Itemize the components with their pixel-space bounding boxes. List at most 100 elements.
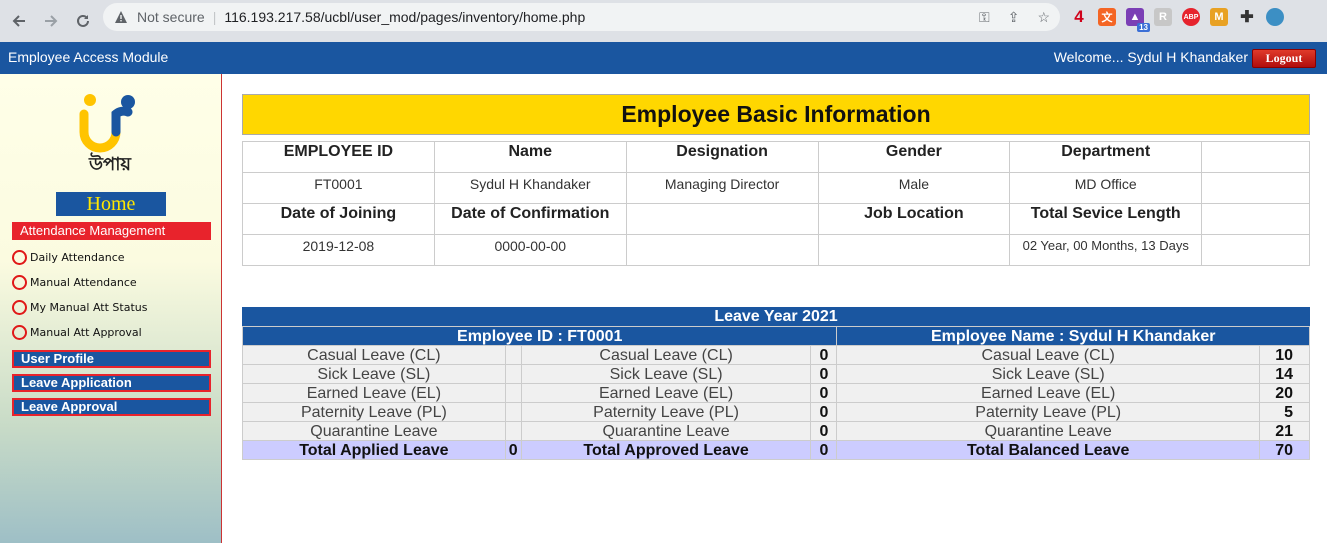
extension-m-icon[interactable]: M xyxy=(1210,8,1228,26)
leave-application-menu[interactable]: Leave Application xyxy=(12,374,211,392)
info-value: Male xyxy=(817,172,1011,204)
info-value: Managing Director xyxy=(625,172,819,204)
balanced-leave-type: Earned Leave (EL) xyxy=(836,383,1260,403)
warning-icon xyxy=(113,9,129,25)
daily-attendance-label: Daily Attendance xyxy=(30,250,125,264)
forward-arrow-icon[interactable] xyxy=(36,6,66,36)
info-empty-cell xyxy=(1201,172,1310,204)
balanced-leave-count: 5 xyxy=(1258,402,1311,422)
adblock-icon[interactable]: ABP xyxy=(1182,8,1200,26)
not-secure-label[interactable]: Not secure xyxy=(137,9,205,25)
app-title: Employee Access Module xyxy=(8,49,169,65)
extension-translate-icon[interactable]: 文 xyxy=(1098,8,1116,26)
circle-bullet-icon xyxy=(12,299,27,315)
profile-avatar-icon[interactable] xyxy=(1266,8,1284,26)
applied-leave-count xyxy=(504,345,522,365)
balanced-leave-count: 10 xyxy=(1258,345,1311,365)
leave-employee-id: Employee ID : FT0001 xyxy=(241,326,838,346)
info-value xyxy=(625,234,819,266)
key-icon[interactable]: ⚿ xyxy=(979,9,990,26)
applied-leave-type: Earned Leave (EL) xyxy=(242,383,506,403)
leave-employee-name: Employee Name : Sydul H Khandaker xyxy=(836,326,1310,346)
info-header: Date of Joining xyxy=(242,203,435,235)
manual-attendance-link[interactable]: Manual Attendance xyxy=(12,273,137,291)
info-header: Total Sevice Length xyxy=(1009,203,1203,235)
daily-attendance-link[interactable]: Daily Attendance xyxy=(12,248,125,266)
info-empty-cell xyxy=(1201,234,1310,266)
balanced-leave-count: 20 xyxy=(1258,383,1311,403)
circle-bullet-icon xyxy=(12,249,27,265)
applied-leave-type: Quarantine Leave xyxy=(242,421,506,441)
leave-row: Casual Leave (CL) Casual Leave (CL) 0 Casua… xyxy=(242,345,1311,365)
applied-leave-type: Paternity Leave (PL) xyxy=(242,402,506,422)
balanced-leave-type: Paternity Leave (PL) xyxy=(836,402,1260,422)
extensions-bar: 4 文 ▲ 13 R ABP M ✚ xyxy=(1070,7,1284,32)
extension-4-icon[interactable]: 4 xyxy=(1070,7,1088,26)
circle-bullet-icon xyxy=(12,324,27,340)
url-text[interactable]: 116.193.217.58/ucbl/user_mod/pages/inven… xyxy=(224,9,585,25)
approved-leave-count: 0 xyxy=(810,383,838,403)
info-value: FT0001 xyxy=(242,172,435,204)
upay-logo: উপায় xyxy=(78,92,142,175)
total-approved-value: 0 xyxy=(810,440,838,460)
total-applied-label: Total Applied Leave xyxy=(242,440,506,460)
sidebar: উপায় Home Attendance Management Daily A… xyxy=(0,74,222,543)
svg-text:উপায়: উপায় xyxy=(88,152,132,174)
approved-leave-count: 0 xyxy=(810,345,838,365)
extension-graduation-icon[interactable]: ▲ 13 xyxy=(1126,8,1150,32)
manual-att-approval-label: Manual Att Approval xyxy=(30,325,142,339)
balanced-leave-type: Casual Leave (CL) xyxy=(836,345,1260,365)
home-button[interactable]: Home xyxy=(56,192,166,216)
user-profile-menu[interactable]: User Profile xyxy=(12,350,211,368)
balanced-leave-type: Sick Leave (SL) xyxy=(836,364,1260,384)
approved-leave-count: 0 xyxy=(810,402,838,422)
my-manual-att-status-link[interactable]: My Manual Att Status xyxy=(12,298,147,316)
bookmark-star-icon[interactable]: ☆ xyxy=(1037,9,1050,26)
applied-leave-type: Casual Leave (CL) xyxy=(242,345,506,365)
approved-leave-count: 0 xyxy=(810,364,838,384)
logout-button[interactable]: Logout xyxy=(1252,49,1316,68)
leave-approval-menu[interactable]: Leave Approval xyxy=(12,398,211,416)
info-value: MD Office xyxy=(1009,172,1203,204)
balanced-leave-count: 21 xyxy=(1258,421,1311,441)
reload-icon[interactable] xyxy=(68,6,98,36)
applied-leave-count xyxy=(504,364,522,384)
share-icon[interactable]: ⇪ xyxy=(1008,9,1020,26)
total-balanced-value: 70 xyxy=(1258,440,1311,460)
puzzle-icon[interactable]: ✚ xyxy=(1238,8,1256,26)
info-header xyxy=(625,203,819,235)
approved-leave-type: Quarantine Leave xyxy=(520,421,812,441)
applied-leave-type: Sick Leave (SL) xyxy=(242,364,506,384)
info-header: Date of Confirmation xyxy=(433,203,627,235)
employee-basic-info-title: Employee Basic Information xyxy=(242,94,1310,135)
leave-row: Sick Leave (SL) Sick Leave (SL) 0 Sick Leav… xyxy=(242,364,1311,384)
total-approved-label: Total Approved Leave xyxy=(520,440,812,460)
back-arrow-icon[interactable] xyxy=(4,6,34,36)
circle-bullet-icon xyxy=(12,274,27,290)
info-value: 0000-00-00 xyxy=(433,234,627,266)
manual-att-approval-link[interactable]: Manual Att Approval xyxy=(12,323,142,341)
approved-leave-type: Earned Leave (EL) xyxy=(520,383,812,403)
leave-year-title: Leave Year 2021 xyxy=(242,307,1310,326)
manual-attendance-label: Manual Attendance xyxy=(30,275,137,289)
browser-toolbar: Not secure | 116.193.217.58/ucbl/user_mo… xyxy=(0,0,1327,42)
info-value: Sydul H Khandaker xyxy=(433,172,627,204)
info-value: 02 Year, 00 Months, 13 Days xyxy=(1009,234,1203,266)
approved-leave-type: Casual Leave (CL) xyxy=(520,345,812,365)
extension-r-icon[interactable]: R xyxy=(1154,8,1172,26)
total-applied-value: 0 xyxy=(504,440,522,460)
leave-row: Paternity Leave (PL) Paternity Leave (PL)… xyxy=(242,402,1311,422)
attendance-management-heading[interactable]: Attendance Management xyxy=(12,222,211,240)
info-header: Job Location xyxy=(817,203,1011,235)
info-header: Name xyxy=(433,141,627,173)
info-empty-cell xyxy=(1201,203,1310,235)
leave-row: Earned Leave (EL) Earned Leave (EL) 0 Earne… xyxy=(242,383,1311,403)
approved-leave-type: Sick Leave (SL) xyxy=(520,364,812,384)
info-value xyxy=(817,234,1011,266)
info-header: Department xyxy=(1009,141,1203,173)
info-empty-cell xyxy=(1201,141,1310,173)
applied-leave-count xyxy=(504,383,522,403)
address-bar[interactable]: Not secure | 116.193.217.58/ucbl/user_mo… xyxy=(103,3,1060,31)
leave-table: Employee ID : FT0001 Employee Name : Syd… xyxy=(241,326,1311,460)
info-header: Gender xyxy=(817,141,1011,173)
